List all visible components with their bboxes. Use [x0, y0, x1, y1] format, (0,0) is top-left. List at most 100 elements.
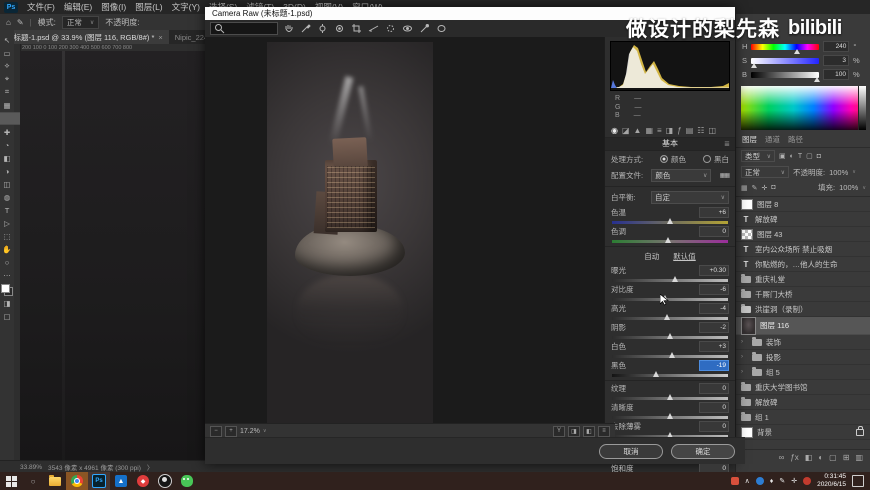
foreground-color[interactable]: [1, 284, 10, 293]
layer-row[interactable]: 重庆礼堂: [736, 272, 870, 287]
slider-value[interactable]: +6: [699, 206, 729, 218]
tray-pen-icon[interactable]: ✎: [779, 477, 785, 485]
tab-snapshots-icon[interactable]: ◫: [708, 126, 716, 135]
expand-icon[interactable]: ›: [741, 339, 748, 345]
lock-all-icon[interactable]: ◘: [771, 184, 775, 191]
slider-track[interactable]: [612, 332, 728, 339]
tab-detail-icon[interactable]: ▲: [634, 126, 642, 135]
tab-hsl-icon[interactable]: ▦: [645, 126, 653, 135]
delete-layer-icon[interactable]: ▥: [855, 453, 863, 462]
process-color-radio[interactable]: 颜色: [660, 154, 686, 165]
swap-views-button[interactable]: ◧: [583, 425, 595, 437]
lock-pixels-icon[interactable]: ✎: [752, 184, 758, 192]
slider-value[interactable]: 0: [699, 420, 729, 432]
opacity-value[interactable]: 100%: [829, 168, 848, 177]
filter-type-icon[interactable]: T: [798, 153, 802, 160]
color-spectrum[interactable]: [741, 86, 866, 130]
edit-toolbar-icon[interactable]: ⋯: [1, 269, 14, 281]
type-tool[interactable]: T: [1, 204, 14, 216]
hue-slider[interactable]: [751, 43, 820, 54]
tab-lens-icon[interactable]: ◨: [666, 126, 674, 135]
shape-tool[interactable]: ⬚: [1, 230, 14, 242]
blend-mode-select[interactable]: 正常 ∨: [741, 166, 789, 178]
lock-position-icon[interactable]: ✛: [762, 184, 768, 192]
marquee-tool[interactable]: ▭: [1, 47, 14, 59]
tab-split-toning-icon[interactable]: ≡: [657, 126, 662, 135]
screen-mode-icon[interactable]: ▢: [1, 310, 14, 322]
process-bw-radio[interactable]: 黑白: [703, 154, 729, 165]
view-menu-icon[interactable]: ≡: [598, 425, 610, 437]
slider-track[interactable]: [612, 351, 728, 358]
white-balance-eyedropper-icon[interactable]: [298, 22, 312, 36]
tray-expand-icon[interactable]: ∧: [745, 477, 750, 485]
layer-thumbnail[interactable]: [741, 316, 756, 335]
wb-select[interactable]: 自定 ∨: [651, 190, 729, 204]
tab-layers[interactable]: 图层: [742, 134, 757, 145]
hand-tool-icon[interactable]: [281, 22, 295, 36]
color-swatches[interactable]: [1, 284, 13, 296]
saturation-slider[interactable]: [750, 57, 820, 68]
tray-usb-icon[interactable]: ✛: [791, 477, 797, 485]
tab-tone-curve-icon[interactable]: ◪: [622, 126, 630, 135]
crop-icon[interactable]: [349, 22, 363, 36]
slider-track[interactable]: [612, 294, 728, 301]
tray-netease-icon[interactable]: [803, 477, 812, 485]
layer-row[interactable]: 图层 43: [736, 227, 870, 242]
panel-menu-icon[interactable]: ≣: [724, 140, 730, 148]
healing-tool[interactable]: ✚: [1, 126, 14, 138]
move-tool[interactable]: ↖: [1, 34, 14, 46]
menu-type[interactable]: 文字(Y): [172, 1, 200, 13]
clone-stamp-tool[interactable]: ◔: [1, 139, 14, 151]
background-layer-row[interactable]: 背景: [736, 425, 870, 440]
radial-filter-icon[interactable]: [434, 22, 448, 36]
taskbar-explorer[interactable]: [44, 472, 66, 490]
histogram[interactable]: [610, 41, 730, 91]
layer-row[interactable]: 组 1: [736, 410, 870, 425]
slider-value[interactable]: -2: [699, 321, 729, 333]
slider-value[interactable]: -19: [699, 359, 729, 371]
notification-center-icon[interactable]: [852, 475, 864, 487]
tab-calibration-icon[interactable]: ▤: [686, 126, 694, 135]
taskbar-obs[interactable]: [154, 472, 176, 490]
taskbar-clock[interactable]: 0:31:45 2020/6/15: [817, 473, 846, 489]
path-select-tool[interactable]: ▷: [1, 217, 14, 229]
layer-row[interactable]: › 投影: [736, 350, 870, 365]
targeted-adjustment-icon[interactable]: [332, 22, 346, 36]
default-link[interactable]: 默认值: [673, 251, 696, 262]
layer-row[interactable]: 解放碑: [736, 395, 870, 410]
layer-mask-icon[interactable]: ◧: [805, 453, 813, 462]
new-group-icon[interactable]: ▢: [829, 453, 837, 462]
quick-select-tool[interactable]: ⌖: [1, 73, 14, 85]
spot-removal-icon[interactable]: [383, 22, 397, 36]
zoom-percent[interactable]: 33.89%: [20, 464, 42, 471]
tab-channels[interactable]: 通道: [765, 134, 780, 145]
layer-row[interactable]: 千厮门大桥: [736, 287, 870, 302]
tab-basic-icon[interactable]: ◉: [611, 126, 618, 135]
taskbar-chrome[interactable]: [66, 472, 88, 490]
taskbar-red-app[interactable]: ◆: [132, 472, 154, 490]
layer-row[interactable]: 洪崖洞（录制）: [736, 302, 870, 317]
s-value[interactable]: 3: [823, 55, 850, 66]
history-brush-tool[interactable]: ◧: [1, 152, 14, 164]
crop-tool[interactable]: ⌗: [1, 86, 14, 98]
layer-thumbnail[interactable]: [741, 198, 753, 210]
expand-icon[interactable]: ›: [741, 369, 748, 375]
profile-browser-icon[interactable]: ▦▦: [720, 172, 730, 179]
brightness-slider[interactable]: [751, 71, 820, 82]
straighten-icon[interactable]: [366, 22, 380, 36]
tab-untitled[interactable]: 未标题-1.psd @ 33.9% (图层 116, RGB/8#) * ×: [0, 30, 169, 44]
filter-adjustment-icon[interactable]: ◐: [790, 153, 794, 160]
slider-value[interactable]: 0: [699, 225, 729, 237]
zoom-out-button[interactable]: −: [210, 425, 222, 437]
tray-bluetooth-icon[interactable]: [755, 477, 764, 485]
zoom-in-button[interactable]: +: [225, 425, 237, 437]
auto-link[interactable]: 自动: [644, 251, 659, 262]
slider-track[interactable]: [612, 313, 728, 320]
taskbar-wechat[interactable]: [176, 472, 198, 490]
fill-value[interactable]: 100%: [839, 183, 858, 192]
frame-tool[interactable]: ▦: [1, 99, 14, 111]
start-button[interactable]: [0, 472, 22, 490]
filter-group-icon[interactable]: ▢: [806, 152, 813, 160]
layer-row-selected[interactable]: 图层 116: [736, 316, 870, 335]
hand-tool[interactable]: ✋: [1, 243, 14, 255]
